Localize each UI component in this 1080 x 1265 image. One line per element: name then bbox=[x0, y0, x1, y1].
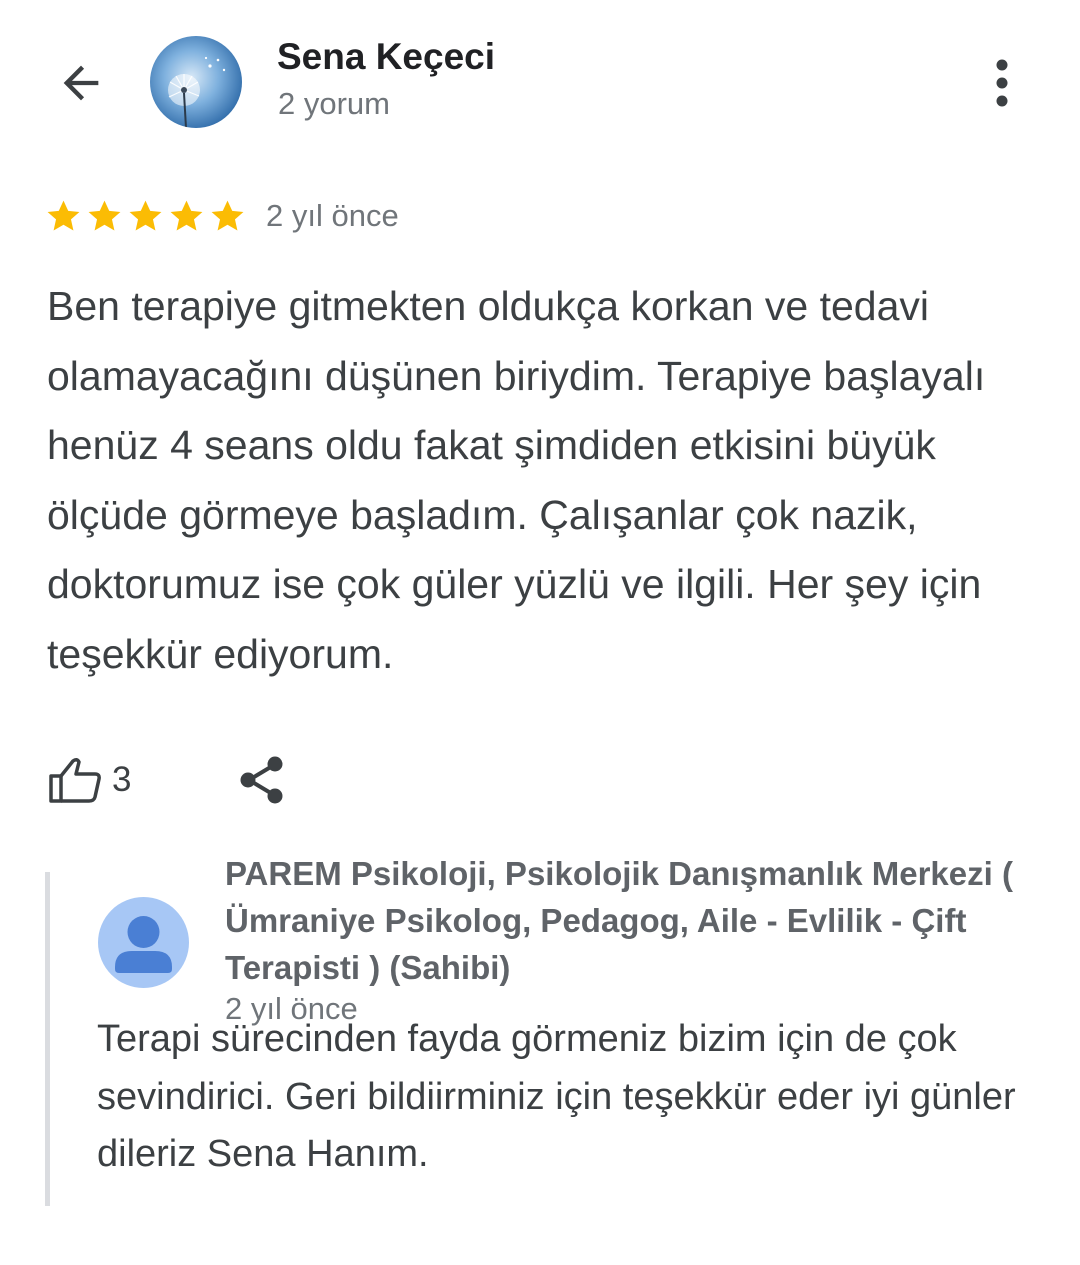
reply-divider bbox=[45, 872, 50, 1206]
more-vert-icon bbox=[996, 59, 1008, 107]
star-rating bbox=[44, 197, 247, 237]
reviewer-avatar[interactable] bbox=[150, 36, 242, 128]
thumb-up-icon bbox=[49, 757, 101, 803]
star-icon bbox=[211, 200, 244, 231]
star-icon bbox=[170, 200, 203, 231]
review-count: 2 yorum bbox=[278, 86, 390, 121]
person-icon bbox=[98, 897, 189, 988]
arrow-back-icon bbox=[63, 65, 99, 101]
review-text: Ben terapiye gitmekten oldukça korkan ve… bbox=[47, 283, 986, 677]
review-date: 2 yıl önce bbox=[266, 198, 399, 233]
owner-name: PAREM Psikoloji, Psikolojik Danışmanlık … bbox=[225, 855, 1013, 986]
share-icon bbox=[240, 756, 283, 804]
more-options-button[interactable] bbox=[978, 52, 1026, 114]
like-count: 3 bbox=[112, 760, 132, 799]
owner-avatar bbox=[98, 897, 189, 988]
owner-reply-text: Terapi sürecinden fayda görmeniz bizim i… bbox=[97, 1018, 1016, 1175]
star-icon bbox=[129, 200, 162, 231]
reviewer-name[interactable]: Sena Keçeci bbox=[277, 36, 495, 78]
back-button[interactable] bbox=[50, 52, 112, 114]
share-button[interactable] bbox=[234, 752, 290, 808]
star-icon bbox=[88, 200, 121, 231]
star-icon bbox=[47, 200, 80, 231]
like-button[interactable]: 3 bbox=[48, 752, 131, 808]
review-detail-page: Sena Keçeci 2 yorum 2 yıl önce Ben terap… bbox=[0, 0, 1080, 1265]
